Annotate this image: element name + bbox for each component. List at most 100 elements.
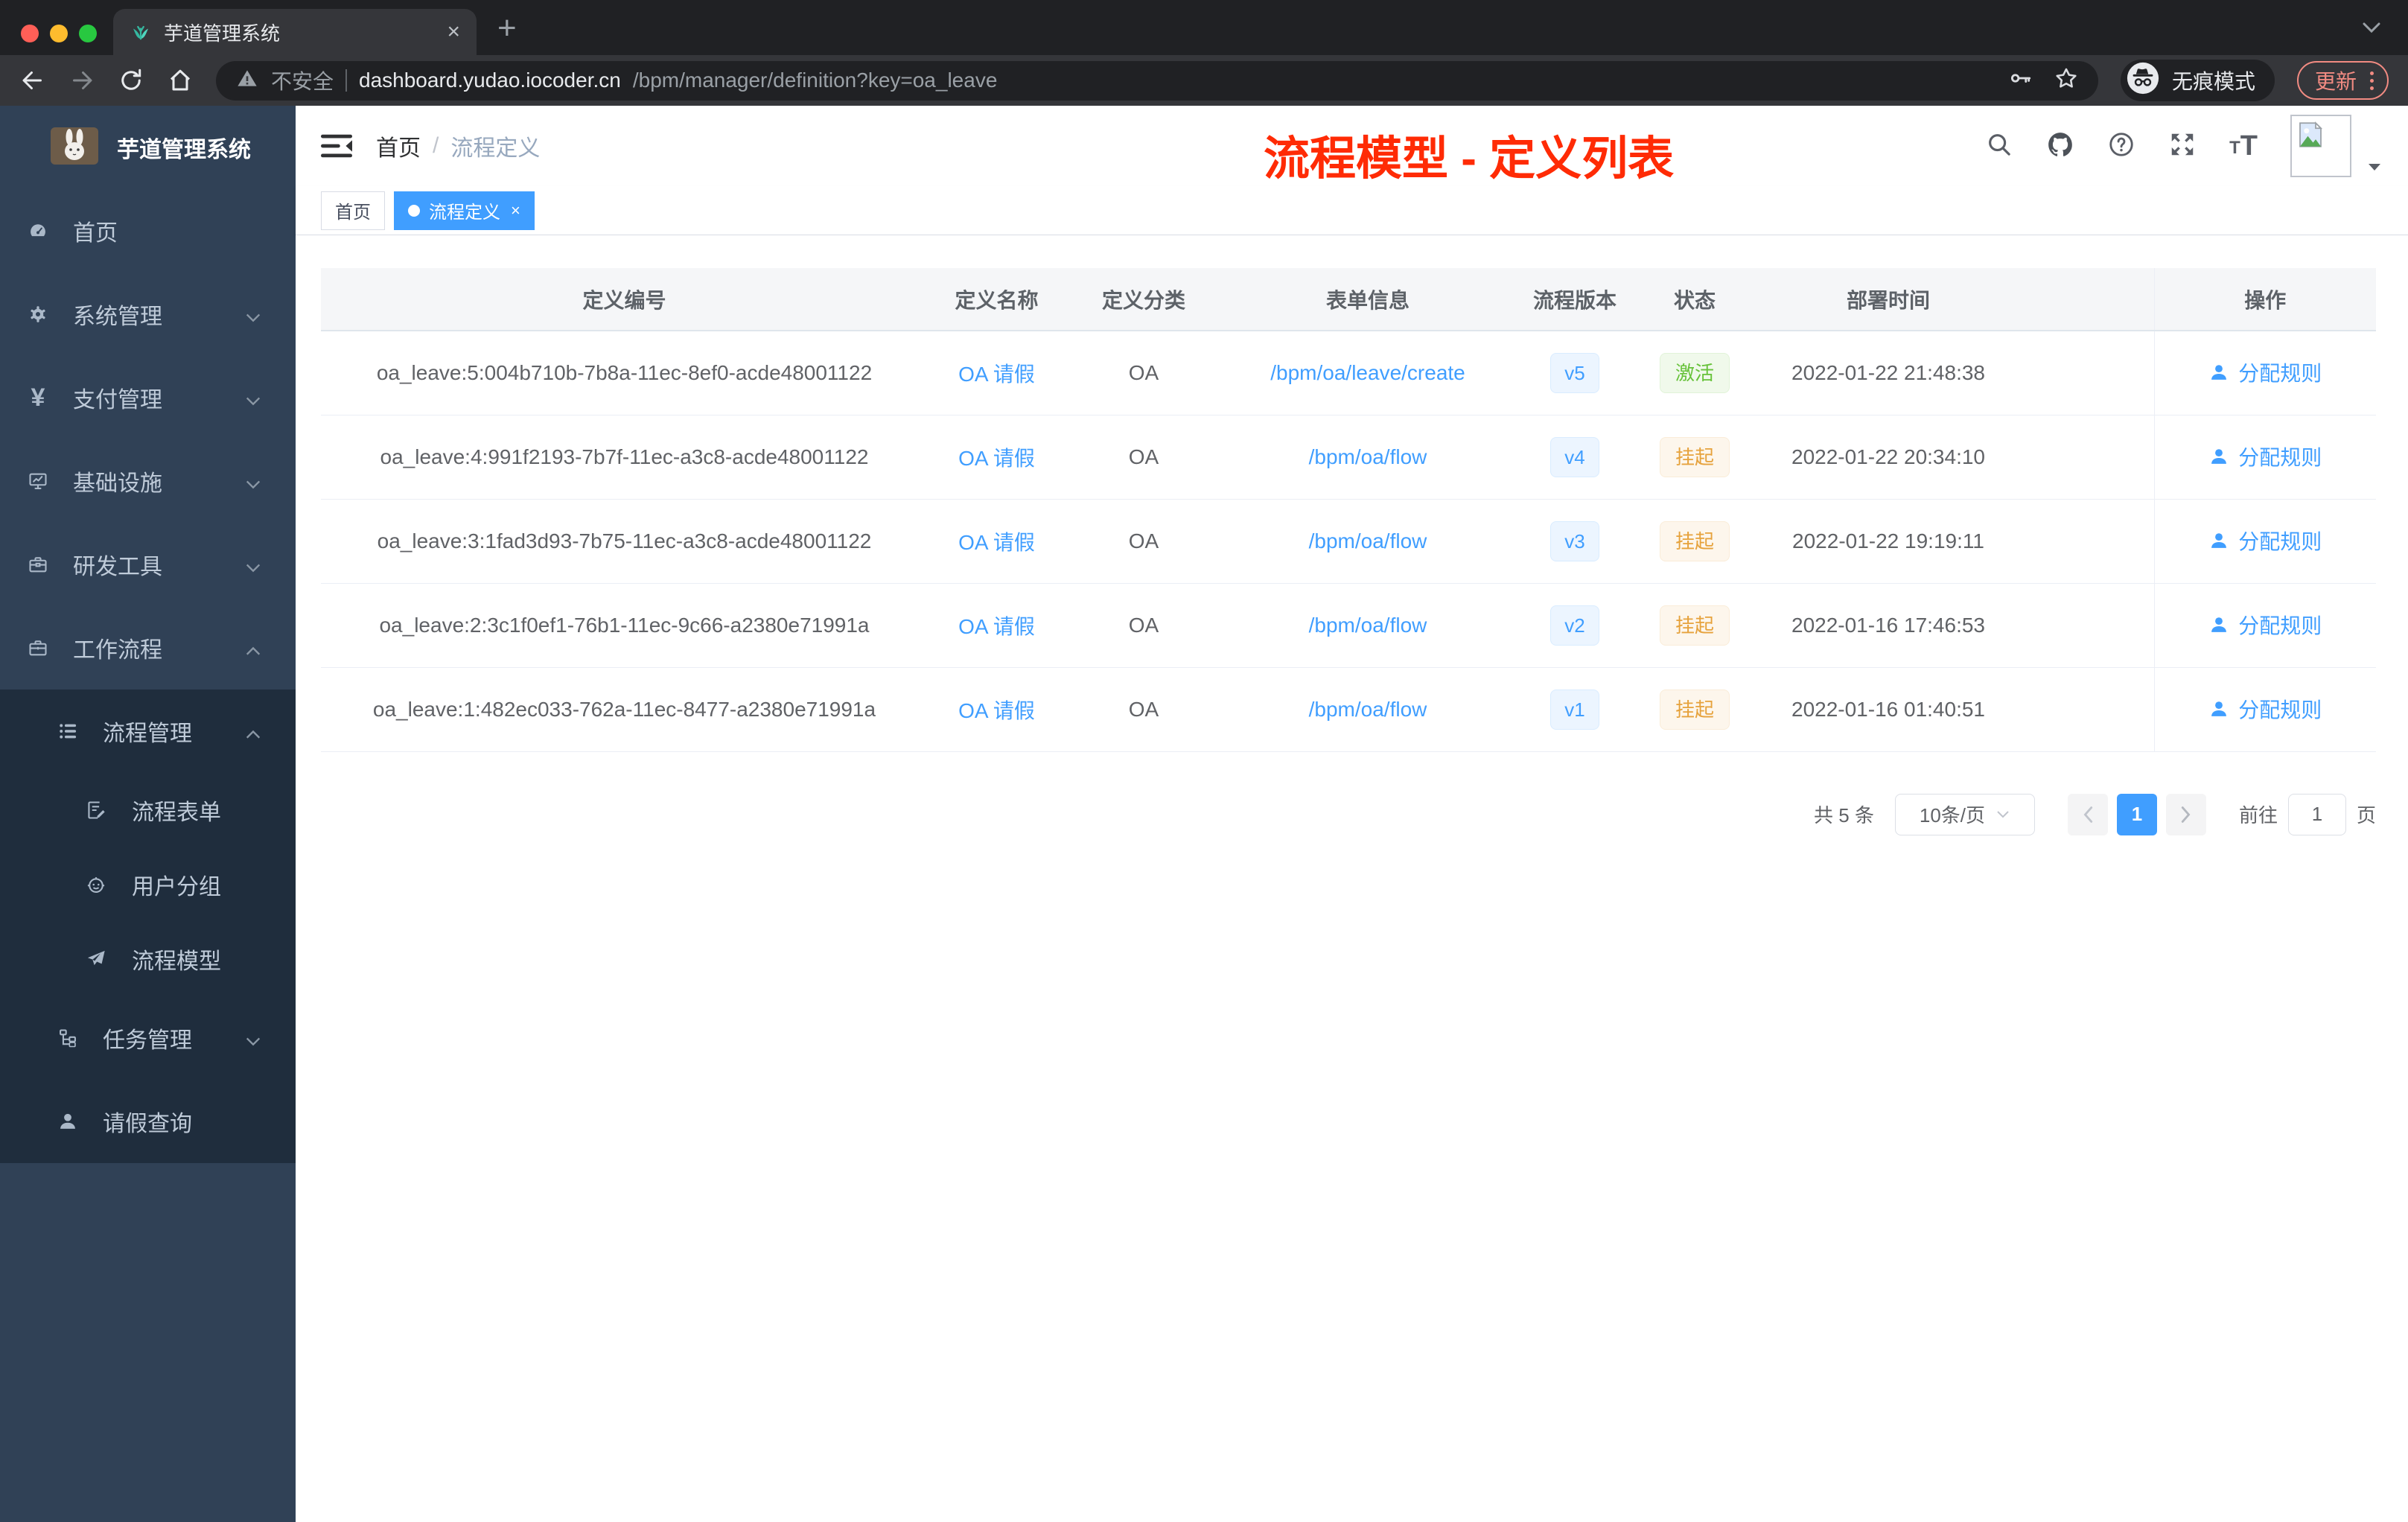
definition-name-link[interactable]: OA 请假 [958, 615, 1035, 638]
user-avatar-broken-image[interactable] [2290, 115, 2351, 177]
sidebar-item-home[interactable]: 首页 [0, 189, 296, 273]
sidebar-item-user-group[interactable]: 用户分组 [0, 847, 296, 922]
person-icon [2211, 701, 2227, 716]
close-tab-icon[interactable]: × [447, 21, 460, 43]
security-warning-icon[interactable] [235, 66, 259, 95]
table-gutter-cell [2023, 415, 2154, 500]
main-panel: 流程模型 - 定义列表 首页 / 流程定义 T T 首页 流程定义 × 定义编号… [296, 106, 2408, 1522]
tag-label: 流程定义 [429, 203, 500, 223]
next-page-button[interactable] [2165, 793, 2206, 835]
minimize-window-button[interactable] [50, 25, 68, 42]
tag-process-definition[interactable]: 流程定义 × [394, 191, 535, 230]
form-info-link[interactable]: /bpm/oa/leave/create [1270, 361, 1465, 384]
sidebar-item-dev-tools[interactable]: 研发工具 [0, 523, 296, 606]
browser-update-menu[interactable]: 更新 [2296, 61, 2389, 100]
page-size-select[interactable]: 10条/页 [1894, 793, 2035, 835]
help-icon[interactable] [2107, 130, 2135, 162]
github-icon[interactable] [2046, 130, 2074, 162]
sidebar-item-process-form[interactable]: 流程表单 [0, 773, 296, 847]
assign-rule-link[interactable]: 分配规则 [2208, 694, 2322, 724]
update-label[interactable]: 更新 [2315, 66, 2357, 95]
browser-tab[interactable]: 芋道管理系统 × [113, 9, 477, 55]
browser-toolbar: 不安全 dashboard.yudao.iocoder.cn/bpm/manag… [0, 55, 2408, 106]
breadcrumb-home[interactable]: 首页 [376, 130, 421, 162]
app-logo: 芋道管理系统 [0, 106, 296, 189]
forward-icon[interactable] [69, 67, 95, 94]
deploy-time: 2022-01-22 21:48:38 [1791, 360, 1985, 384]
new-tab-button[interactable]: + [497, 12, 517, 45]
tab-search-caret-icon[interactable] [2360, 19, 2383, 39]
person-icon [2211, 617, 2227, 632]
assign-rule-label: 分配规则 [2238, 362, 2322, 386]
user-icon [57, 1109, 78, 1133]
form-info-link[interactable]: /bpm/oa/flow [1309, 529, 1427, 553]
table-row: oa_leave:5:004b710b-7b8a-11ec-8ef0-acde4… [321, 331, 2376, 415]
form-edit-icon [86, 798, 106, 822]
chevron-down-icon [243, 1030, 263, 1055]
sidebar-item-system[interactable]: 系统管理 [0, 273, 296, 356]
window-controls[interactable] [21, 25, 97, 42]
sidebar-item-label: 支付管理 [73, 388, 162, 413]
security-label[interactable]: 不安全 [271, 66, 334, 95]
close-tag-icon[interactable]: × [511, 201, 520, 220]
font-size-icon[interactable]: TT [2229, 132, 2258, 160]
sidebar: 芋道管理系统 首页 系统管理 ¥ 支付管理 基础设施 研发工具 工作流程 流程管… [0, 106, 296, 1522]
pagination-total: 共 5 条 [1814, 804, 1874, 827]
deploy-time: 2022-01-22 20:34:10 [1791, 445, 1985, 468]
column-definition-id: 定义编号 [321, 268, 928, 331]
definition-name-link[interactable]: OA 请假 [958, 531, 1035, 554]
sidebar-toggle-hamburger-icon[interactable] [321, 133, 352, 159]
url-bar[interactable]: 不安全 dashboard.yudao.iocoder.cn/bpm/manag… [216, 60, 2098, 101]
search-icon[interactable] [1985, 130, 2013, 162]
assign-rule-link[interactable]: 分配规则 [2208, 610, 2322, 640]
active-tag-dot [408, 204, 420, 217]
assign-rule-link[interactable]: 分配规则 [2208, 526, 2322, 555]
goto-page-input[interactable] [2287, 793, 2346, 835]
kebab-menu-icon[interactable] [2370, 71, 2374, 90]
version-tag: v2 [1550, 605, 1599, 646]
sidebar-item-payment[interactable]: ¥ 支付管理 [0, 356, 296, 439]
person-icon [2211, 533, 2227, 548]
sidebar-item-infrastructure[interactable]: 基础设施 [0, 439, 296, 523]
back-icon[interactable] [19, 67, 46, 94]
sidebar-item-leave-query[interactable]: 请假查询 [0, 1080, 296, 1163]
robot-icon [86, 873, 106, 897]
prev-page-button[interactable] [2067, 793, 2108, 835]
form-info-link[interactable]: /bpm/oa/flow [1309, 698, 1427, 721]
avatar-caret-down-icon[interactable] [2366, 161, 2383, 176]
tags-view-bar: 首页 流程定义 × [296, 186, 2408, 235]
form-info-link[interactable]: /bpm/oa/flow [1309, 445, 1427, 468]
bookmark-star-icon[interactable] [2054, 66, 2079, 96]
definition-name-link[interactable]: OA 请假 [958, 699, 1035, 722]
definition-name-link[interactable]: OA 请假 [958, 363, 1035, 386]
fullscreen-icon[interactable] [2168, 130, 2197, 162]
pagination: 共 5 条 10条/页 1 前往 页 [321, 793, 2376, 835]
sidebar-item-label: 用户分组 [132, 875, 221, 899]
sidebar-item-label: 系统管理 [73, 305, 162, 329]
tag-home[interactable]: 首页 [321, 191, 385, 230]
table-gutter [2023, 268, 2154, 331]
browser-titlebar: 芋道管理系统 × + [0, 0, 2408, 55]
assign-rule-link[interactable]: 分配规则 [2208, 357, 2322, 387]
assign-rule-link[interactable]: 分配规则 [2208, 442, 2322, 471]
url-host: dashboard.yudao.iocoder.cn [359, 69, 621, 92]
page-number-1[interactable]: 1 [2116, 793, 2157, 835]
gear-icon [28, 302, 48, 327]
sidebar-item-process-model[interactable]: 流程模型 [0, 922, 296, 996]
close-window-button[interactable] [21, 25, 39, 42]
sidebar-item-workflow[interactable]: 工作流程 [0, 606, 296, 690]
sidebar-item-label: 首页 [73, 221, 118, 246]
sidebar-item-process-management[interactable]: 流程管理 [0, 690, 296, 773]
maximize-window-button[interactable] [79, 25, 97, 42]
form-info-link[interactable]: /bpm/oa/flow [1309, 614, 1427, 637]
definition-name-link[interactable]: OA 请假 [958, 447, 1035, 470]
sidebar-item-task-management[interactable]: 任务管理 [0, 996, 296, 1080]
workflow-submenu: 流程管理 流程表单 用户分组 流程模型 任务管理 请假查询 [0, 690, 296, 1163]
reload-icon[interactable] [118, 67, 144, 94]
home-icon[interactable] [167, 67, 194, 94]
column-definition-category: 定义分类 [1066, 268, 1222, 331]
chevron-up-icon [243, 723, 263, 748]
password-key-icon[interactable] [2007, 66, 2033, 96]
deploy-time: 2022-01-22 19:19:11 [1792, 529, 1984, 553]
url-path: /bpm/manager/definition?key=oa_leave [632, 69, 998, 92]
